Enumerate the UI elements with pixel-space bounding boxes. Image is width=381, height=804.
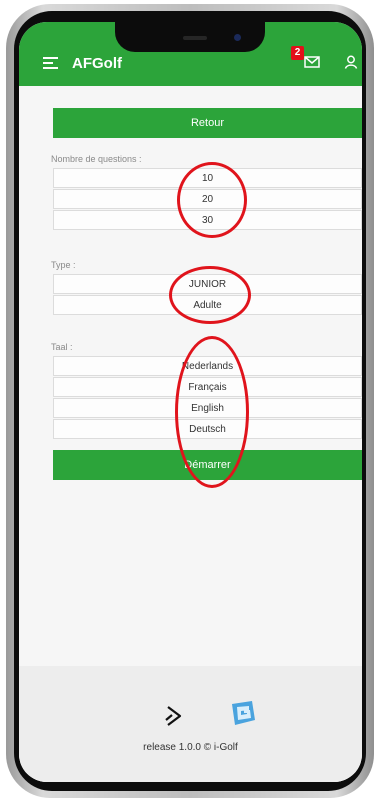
user-icon[interactable] bbox=[344, 55, 358, 69]
app-title: AFGolf bbox=[72, 55, 122, 72]
app-screen: AFGolf 2 Retour Nombre de questions : 10… bbox=[19, 22, 362, 782]
phone-notch bbox=[115, 22, 265, 52]
notification-badge: 2 bbox=[291, 46, 304, 60]
release-text: release 1.0.0 © i-Golf bbox=[143, 742, 238, 753]
back-button[interactable]: Retour bbox=[53, 108, 362, 138]
highlight-oval-type bbox=[169, 266, 251, 324]
type-label: Type : bbox=[51, 260, 76, 270]
language-label: Taal : bbox=[51, 342, 73, 352]
highlight-oval-language bbox=[175, 336, 249, 488]
menu-icon[interactable] bbox=[43, 57, 58, 69]
footer bbox=[19, 666, 362, 782]
quiz-settings: Retour Nombre de questions : 10 20 30 Ty… bbox=[19, 86, 362, 782]
app-header: AFGolf 2 bbox=[19, 22, 362, 86]
mail-icon[interactable] bbox=[304, 56, 320, 68]
play-logo-icon bbox=[165, 706, 182, 726]
questions-label: Nombre de questions : bbox=[51, 154, 142, 164]
highlight-oval-questions bbox=[177, 162, 247, 238]
igolf-logo-icon bbox=[232, 701, 255, 725]
